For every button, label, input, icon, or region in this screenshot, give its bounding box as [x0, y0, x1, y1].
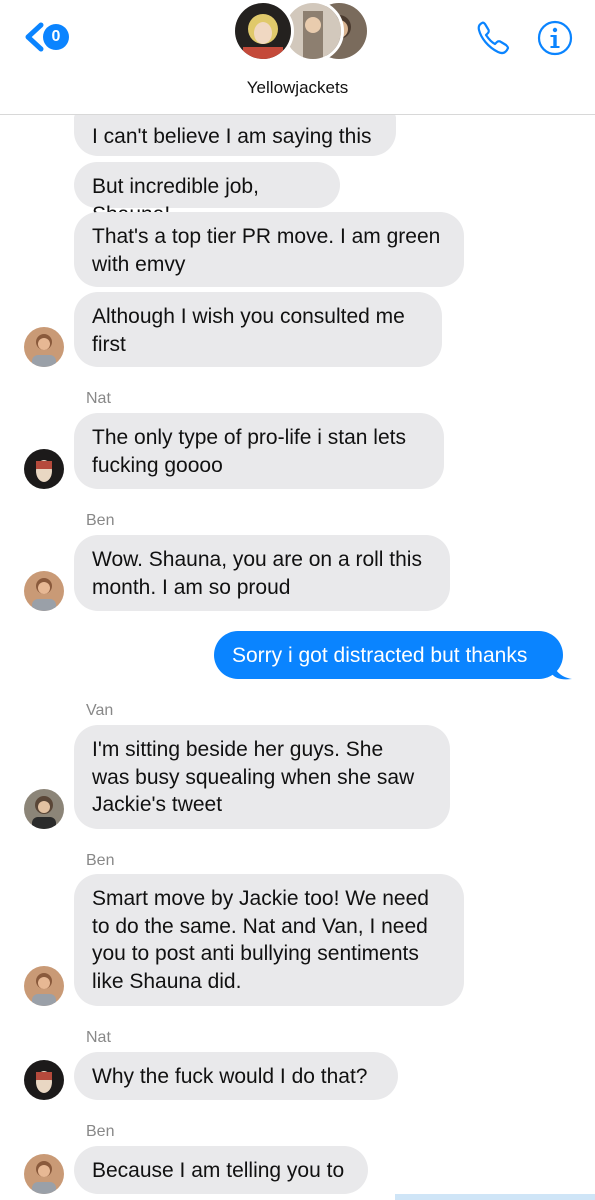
- message-bubble[interactable]: Why the fuck would I do that?: [74, 1052, 398, 1100]
- message-bubble[interactable]: But incredible job, Shauna!: [74, 162, 340, 226]
- message-bubble[interactable]: Wow. Shauna, you are on a roll this mont…: [74, 535, 450, 611]
- message-bubble[interactable]: Smart move by Jackie too! We need to do …: [74, 874, 464, 1006]
- group-avatar-stack[interactable]: [232, 0, 372, 70]
- sender-name: Ben: [86, 512, 115, 529]
- avatar-van[interactable]: [24, 789, 64, 829]
- message-bubble[interactable]: The only type of pro-life i stan lets fu…: [74, 413, 444, 489]
- avatar-ben[interactable]: [24, 327, 64, 367]
- sender-name: Ben: [86, 1123, 115, 1140]
- avatar-ben[interactable]: [24, 966, 64, 1006]
- conversation-header: 0 Yellowjackets: [0, 0, 595, 115]
- info-icon: [537, 20, 573, 56]
- message-bubble[interactable]: That's a top tier PR move. I am green wi…: [74, 212, 464, 287]
- back-button[interactable]: 0: [22, 22, 74, 52]
- info-button[interactable]: [537, 20, 573, 56]
- message-bubble[interactable]: Because I am telling you to: [74, 1146, 368, 1194]
- message-bubble[interactable]: I can't believe I am saying this: [74, 112, 396, 156]
- sender-name: Nat: [86, 1029, 111, 1046]
- avatar-nat[interactable]: [24, 449, 64, 489]
- avatar-ben[interactable]: [24, 1154, 64, 1194]
- sender-name: Nat: [86, 390, 111, 407]
- unread-count-badge: 0: [43, 24, 69, 50]
- home-indicator: [395, 1194, 595, 1200]
- avatar-nat[interactable]: [24, 1060, 64, 1100]
- avatar-ben[interactable]: [24, 571, 64, 611]
- call-button[interactable]: [474, 18, 514, 58]
- phone-icon: [477, 21, 510, 55]
- message-bubble[interactable]: I'm sitting beside her guys. She was bus…: [74, 725, 450, 829]
- bubble-tail-icon: [552, 660, 572, 680]
- sender-name: Van: [86, 702, 114, 719]
- message-thread[interactable]: I can't believe I am saying this But inc…: [0, 0, 595, 1200]
- message-bubble[interactable]: Although I wish you consulted me first: [74, 292, 442, 367]
- group-avatar: [232, 0, 294, 62]
- sender-name: Ben: [86, 852, 115, 869]
- outgoing-message-bubble[interactable]: Sorry i got distracted but thanks: [214, 631, 563, 679]
- conversation-title[interactable]: Yellowjackets: [0, 78, 595, 98]
